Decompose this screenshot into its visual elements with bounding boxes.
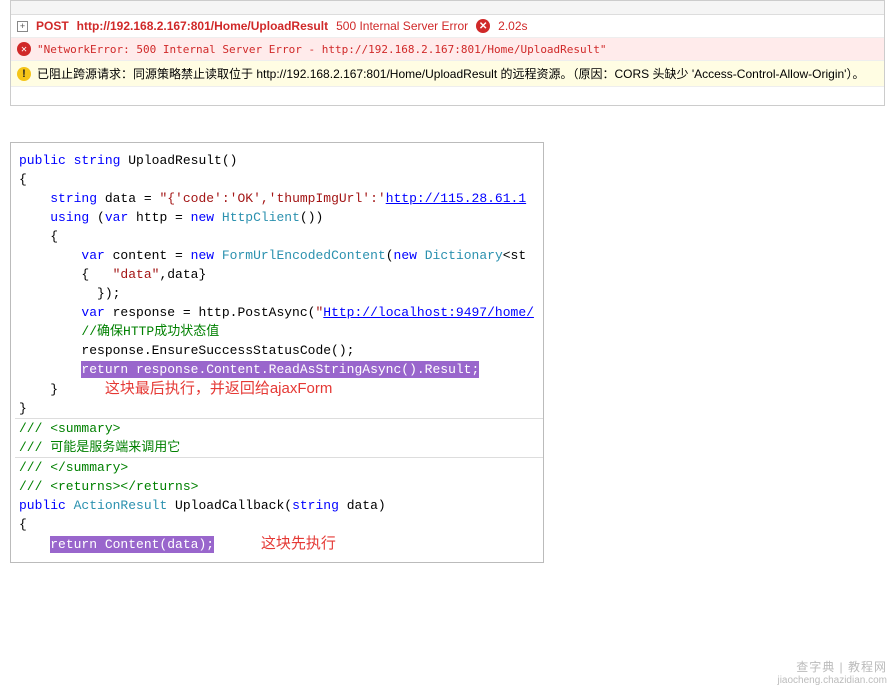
debug-highlight: return Content(data);	[50, 536, 214, 553]
code-line: {	[15, 170, 543, 189]
code-line: /// </summary>	[15, 458, 543, 477]
url-link[interactable]: Http://localhost:9497/home/	[323, 305, 534, 320]
console-spacer	[11, 87, 884, 105]
expand-icon[interactable]: +	[17, 21, 28, 32]
request-duration: 2.02s	[498, 19, 527, 33]
watermark: 查字典 | 教程网 jiaocheng.chazidian.com	[777, 660, 887, 688]
code-editor[interactable]: public string UploadResult() { string da…	[10, 142, 544, 563]
code-line: /// 可能是服务端来调用它	[15, 438, 543, 457]
code-line: var content = new FormUrlEncodedContent(…	[15, 246, 543, 265]
debug-highlight: return response.Content.ReadAsStringAsyn…	[81, 361, 479, 378]
url-link[interactable]: http://115.28.61.1	[386, 191, 526, 206]
dev-console: + POST http://192.168.2.167:801/Home/Upl…	[10, 0, 885, 106]
code-line: /// <summary>	[15, 419, 543, 438]
error-icon: ✕	[17, 42, 31, 56]
cors-warning-row: ! 已阻止跨源请求：同源策略禁止读取位于 http://192.168.2.16…	[11, 61, 884, 87]
console-toolbar	[11, 1, 884, 15]
code-line: response.EnsureSuccessStatusCode();	[15, 341, 543, 360]
network-error-row: ✕ "NetworkError: 500 Internal Server Err…	[11, 38, 884, 61]
annotation: 这块最后执行，并返回给ajaxForm	[105, 380, 333, 397]
code-line: return Content(data); 这块先执行	[15, 534, 543, 554]
error-icon: ✕	[476, 19, 490, 33]
code-line: });	[15, 284, 543, 303]
request-url[interactable]: http://192.168.2.167:801/Home/UploadResu…	[77, 19, 328, 33]
code-line: {	[15, 227, 543, 246]
code-line: /// <returns></returns>	[15, 477, 543, 496]
code-line: string data = "{'code':'OK','thumpImgUrl…	[15, 189, 543, 208]
status-text: 500 Internal Server Error	[336, 19, 468, 33]
code-line: public string UploadResult()	[15, 151, 543, 170]
code-line: var response = http.PostAsync("Http://lo…	[15, 303, 543, 322]
warning-icon: !	[17, 67, 31, 81]
watermark-title: 查字典 | 教程网	[777, 660, 887, 674]
code-line: {	[15, 515, 543, 534]
code-line: }	[15, 399, 543, 418]
network-error-text: "NetworkError: 500 Internal Server Error…	[37, 43, 607, 56]
code-line: return response.Content.ReadAsStringAsyn…	[15, 360, 543, 379]
code-line: //确保HTTP成功状态值	[15, 322, 543, 341]
http-method: POST	[36, 19, 69, 33]
cors-warning-text: 已阻止跨源请求：同源策略禁止读取位于 http://192.168.2.167:…	[37, 65, 864, 82]
code-line: } 这块最后执行，并返回给ajaxForm	[15, 379, 543, 399]
code-line: public ActionResult UploadCallback(strin…	[15, 496, 543, 515]
network-request-row[interactable]: + POST http://192.168.2.167:801/Home/Upl…	[11, 15, 884, 38]
code-line: using (var http = new HttpClient())	[15, 208, 543, 227]
watermark-url: jiaocheng.chazidian.com	[777, 674, 887, 688]
code-line: { "data",data}	[15, 265, 543, 284]
annotation: 这块先执行	[261, 535, 336, 552]
